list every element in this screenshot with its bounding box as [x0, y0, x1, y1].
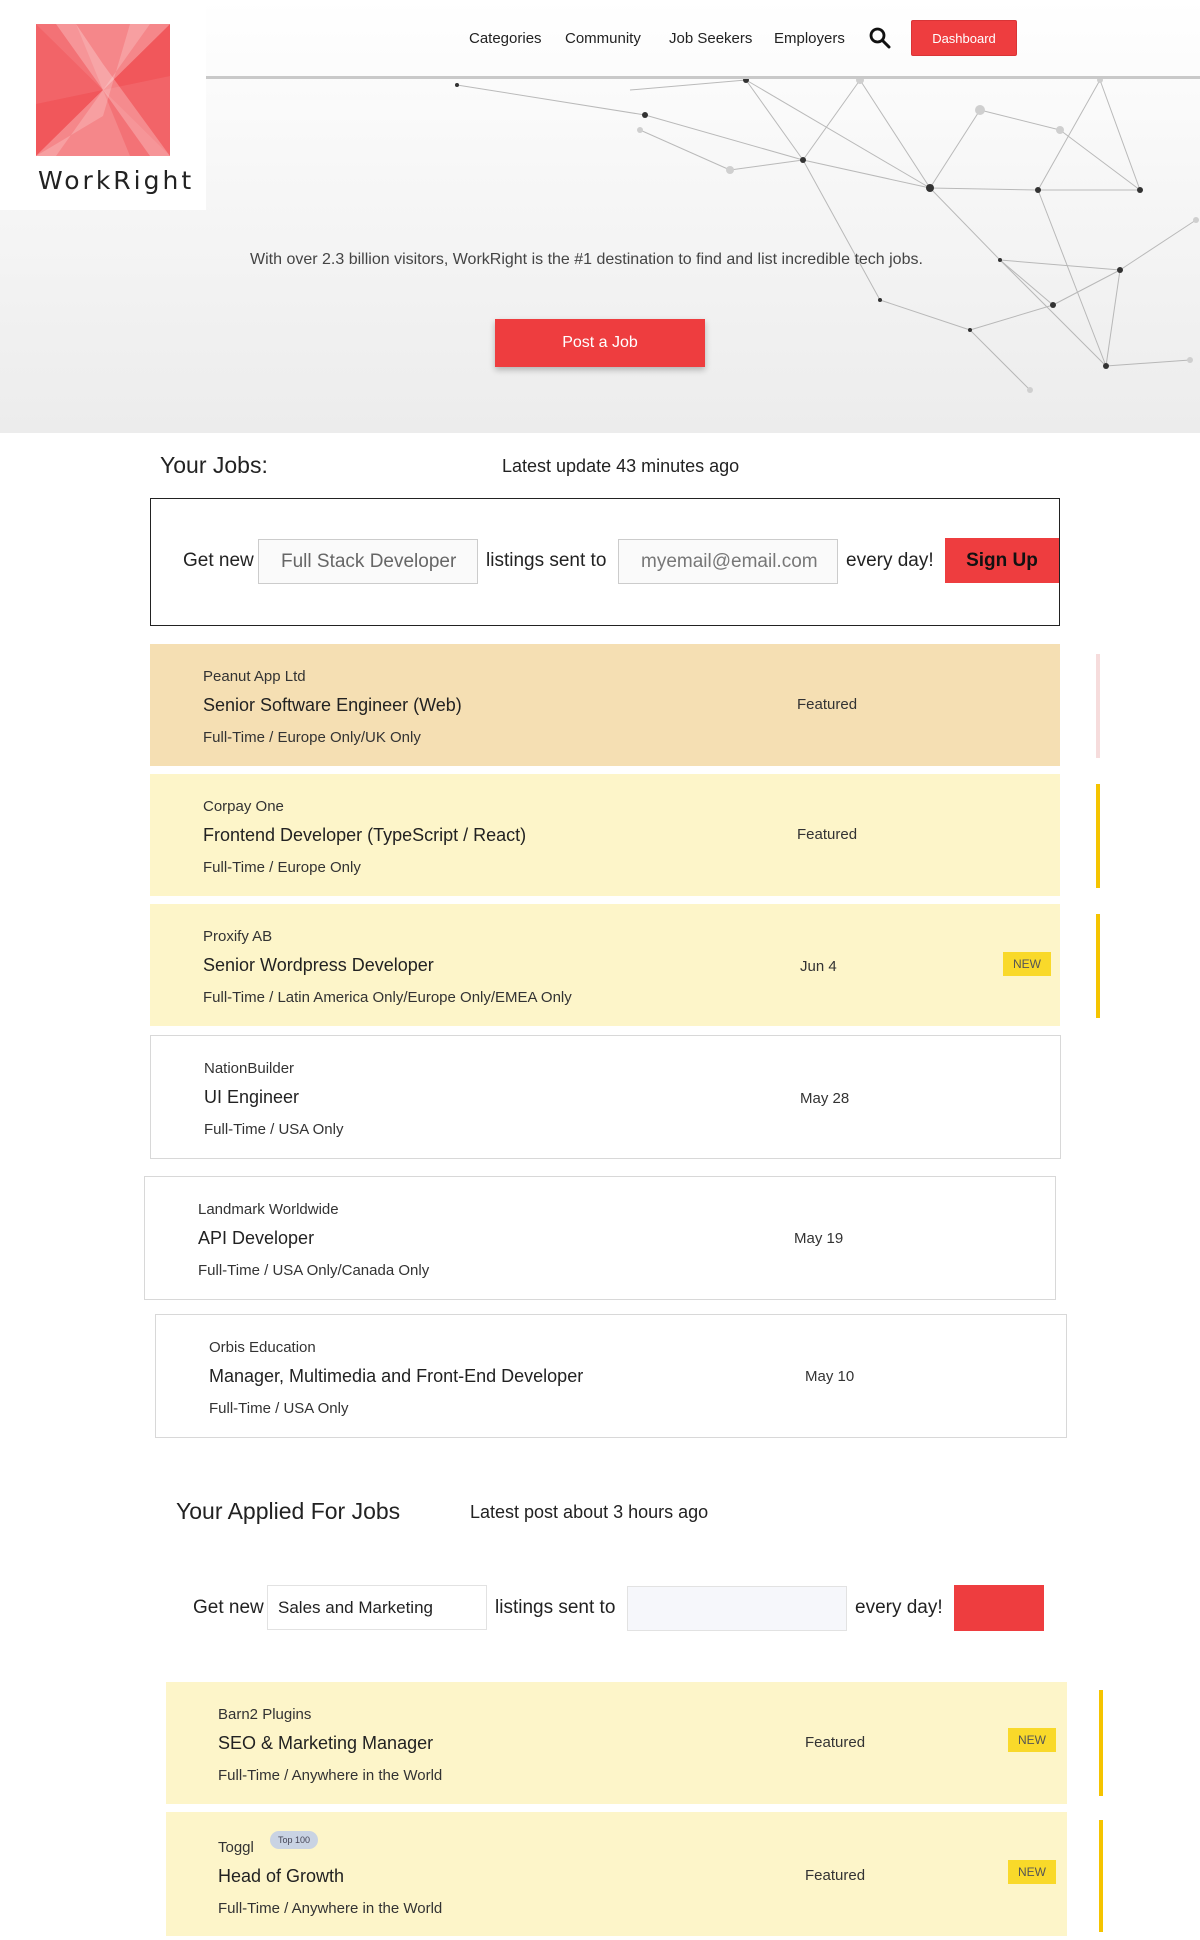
- new-badge: NEW: [1008, 1728, 1056, 1752]
- alert-prefix: Get new: [183, 550, 254, 571]
- dashboard-button[interactable]: Dashboard: [911, 20, 1017, 56]
- job-side-bar: [1099, 1690, 1103, 1796]
- nav-community[interactable]: Community: [565, 30, 641, 47]
- job-date: May 19: [794, 1230, 844, 1247]
- job-meta: Full-Time / Latin America Only/Europe On…: [203, 989, 572, 1006]
- alert-middle: listings sent to: [486, 550, 607, 571]
- job-meta: Full-Time / USA Only: [209, 1400, 349, 1417]
- hero-banner: WorkRight Categories Community Job Seeke…: [0, 0, 1200, 433]
- job-status: Featured: [805, 1734, 866, 1751]
- job-company: Toggl: [218, 1839, 254, 1856]
- job-card[interactable]: NationBuilder UI Engineer Full-Time / US…: [150, 1035, 1061, 1159]
- job-card[interactable]: Orbis Education Manager, Multimedia and …: [155, 1314, 1067, 1438]
- nav-employers[interactable]: Employers: [774, 30, 845, 47]
- new-badge: NEW: [1008, 1860, 1056, 1884]
- nav-categories[interactable]: Categories: [469, 30, 542, 47]
- job-status: Featured: [797, 826, 858, 843]
- header-divider: [205, 76, 1200, 79]
- your-jobs-update: Latest update 43 minutes ago: [502, 456, 740, 476]
- job-card[interactable]: Toggl Top 100 Head of Growth Full-Time /…: [166, 1812, 1067, 1936]
- keyword-input[interactable]: Full Stack Developer: [258, 539, 478, 584]
- job-card[interactable]: Barn2 Plugins SEO & Marketing Manager Fu…: [166, 1682, 1067, 1804]
- job-title[interactable]: API Developer: [198, 1228, 314, 1249]
- job-company: NationBuilder: [204, 1060, 295, 1077]
- job-card[interactable]: Peanut App Ltd Senior Software Engineer …: [150, 644, 1060, 766]
- your-jobs-title: Your Jobs:: [160, 452, 268, 478]
- job-status: Featured: [797, 696, 858, 713]
- job-side-bar: [1099, 1820, 1103, 1932]
- search-icon[interactable]: [868, 26, 892, 50]
- job-meta: Full-Time / Anywhere in the World: [218, 1900, 443, 1917]
- logo-text: WorkRight: [38, 166, 195, 195]
- applied-jobs-update: Latest post about 3 hours ago: [470, 1502, 709, 1522]
- job-date: May 28: [800, 1090, 850, 1107]
- job-title[interactable]: Senior Wordpress Developer: [203, 955, 434, 976]
- job-status: Featured: [805, 1867, 866, 1884]
- email-input[interactable]: [627, 1586, 847, 1631]
- logo[interactable]: WorkRight: [0, 0, 206, 210]
- sign-up-button[interactable]: Sign Up: [945, 538, 1059, 583]
- job-side-bar: [1096, 914, 1100, 1018]
- job-title[interactable]: Frontend Developer (TypeScript / React): [203, 825, 526, 846]
- job-card[interactable]: Corpay One Frontend Developer (TypeScrip…: [150, 774, 1060, 896]
- job-title[interactable]: Senior Software Engineer (Web): [203, 695, 462, 716]
- job-meta: Full-Time / USA Only/Canada Only: [198, 1262, 430, 1279]
- job-meta: Full-Time / Europe Only: [203, 859, 361, 876]
- job-meta: Full-Time / USA Only: [204, 1121, 344, 1138]
- job-side-bar: [1096, 654, 1100, 758]
- alert-middle: listings sent to: [495, 1597, 616, 1618]
- logo-mark-icon: [36, 24, 170, 156]
- sign-up-button[interactable]: [954, 1585, 1044, 1631]
- job-alert-form: Get new Full Stack Developer listings se…: [150, 498, 1060, 626]
- job-card[interactable]: Proxify AB Senior Wordpress Developer Fu…: [150, 904, 1060, 1026]
- keyword-input[interactable]: Sales and Marketing: [267, 1585, 487, 1630]
- job-title[interactable]: Manager, Multimedia and Front-End Develo…: [209, 1366, 583, 1387]
- alert-prefix: Get new: [193, 1597, 264, 1618]
- nav-job-seekers[interactable]: Job Seekers: [669, 30, 752, 47]
- job-meta: Full-Time / Europe Only/UK Only: [203, 729, 421, 746]
- job-card[interactable]: Landmark Worldwide API Developer Full-Ti…: [144, 1176, 1056, 1300]
- job-title[interactable]: Head of Growth: [218, 1866, 344, 1887]
- job-company: Orbis Education: [209, 1339, 316, 1356]
- applied-job-alert-form: Get new Sales and Marketing listings sen…: [0, 1580, 1200, 1636]
- job-date: Jun 4: [800, 958, 837, 975]
- post-job-button[interactable]: Post a Job: [495, 319, 705, 367]
- job-meta: Full-Time / Anywhere in the World: [218, 1767, 443, 1784]
- hero-tagline: With over 2.3 billion visitors, WorkRigh…: [250, 251, 923, 268]
- email-input[interactable]: myemail@email.com: [618, 539, 838, 584]
- job-company: Corpay One: [203, 798, 284, 815]
- job-company: Peanut App Ltd: [203, 668, 306, 685]
- alert-suffix: every day!: [846, 550, 934, 571]
- top-100-badge: Top 100: [270, 1831, 319, 1849]
- job-company: Barn2 Plugins: [218, 1706, 312, 1723]
- job-company: Landmark Worldwide: [198, 1201, 339, 1218]
- job-date: May 10: [805, 1368, 855, 1385]
- alert-suffix: every day!: [855, 1597, 943, 1618]
- applied-jobs-title: Your Applied For Jobs: [176, 1498, 401, 1524]
- new-badge: NEW: [1003, 952, 1051, 976]
- job-title[interactable]: SEO & Marketing Manager: [218, 1733, 433, 1754]
- job-title[interactable]: UI Engineer: [204, 1087, 299, 1108]
- job-company: Proxify AB: [203, 928, 273, 945]
- job-side-bar: [1096, 784, 1100, 888]
